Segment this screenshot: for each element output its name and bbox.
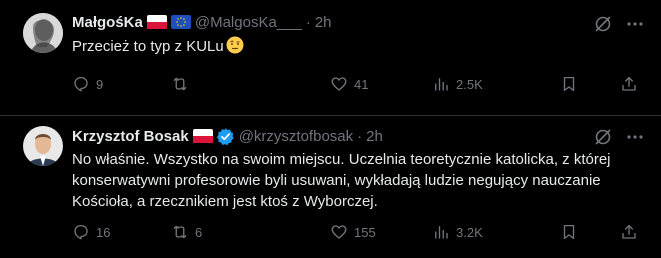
heart-icon — [331, 77, 347, 91]
retweet-button[interactable]: 6 — [171, 222, 202, 242]
share-icon — [622, 224, 636, 239]
grok-icon[interactable] — [593, 14, 613, 34]
like-button[interactable]: 41 — [330, 74, 368, 94]
avatar[interactable] — [23, 13, 63, 53]
retweet-icon — [173, 77, 187, 91]
reply-button[interactable]: 16 — [72, 222, 110, 242]
handle[interactable]: @MalgosKa___ — [195, 14, 302, 31]
tweet-text-content: Przecież to typ z KULu — [72, 38, 224, 55]
tweet-text: No właśnie. Wszystko na swoim miejscu. U… — [72, 151, 615, 210]
like-count: 41 — [354, 76, 369, 92]
views-icon — [435, 226, 448, 239]
retweet-icon — [173, 225, 187, 239]
poland-flag-icon — [192, 129, 213, 143]
retweet-count: 6 — [195, 224, 203, 240]
reply-icon — [74, 76, 88, 92]
action-bar: 16 6 155 3.2K — [72, 222, 642, 242]
eu-flag-icon — [170, 15, 191, 29]
action-bar: 9 41 2.5K — [72, 74, 642, 94]
bookmark-icon — [563, 76, 575, 92]
display-name[interactable]: Krzysztof Bosak — [72, 128, 189, 145]
more-icon[interactable] — [625, 14, 645, 34]
raised-eyebrow-emoji-icon — [226, 36, 244, 54]
reply-count: 9 — [96, 76, 104, 92]
reply-icon — [74, 224, 88, 240]
like-button[interactable]: 155 — [330, 222, 376, 242]
heart-icon — [331, 225, 347, 239]
poland-flag-icon — [146, 15, 167, 29]
retweet-button[interactable] — [171, 74, 195, 94]
tweet-text: Przecież to typ z KULu — [72, 36, 647, 57]
verified-badge-icon[interactable] — [216, 127, 235, 146]
display-name[interactable]: MałgośKa — [72, 14, 143, 31]
tweet-header: Krzysztof Bosak @krzysztofbosak · 2h — [72, 126, 383, 146]
separator-dot: · — [357, 127, 363, 145]
separator-dot: · — [305, 13, 311, 31]
views-button[interactable]: 3.2K — [432, 222, 483, 242]
views-button[interactable]: 2.5K — [432, 74, 483, 94]
tweet-header: MałgośKa @MalgosKa___ · 2h — [72, 12, 332, 32]
views-count: 2.5K — [456, 76, 483, 92]
bookmark-button[interactable] — [560, 74, 578, 94]
share-button[interactable] — [620, 222, 638, 242]
bookmark-button[interactable] — [560, 222, 578, 242]
share-icon — [622, 76, 636, 91]
timestamp[interactable]: 2h — [315, 14, 332, 31]
grok-icon[interactable] — [593, 127, 613, 147]
avatar[interactable] — [23, 126, 63, 166]
views-icon — [435, 78, 448, 91]
reply-count: 16 — [96, 224, 111, 240]
reply-button[interactable]: 9 — [72, 74, 103, 94]
more-icon[interactable] — [625, 127, 645, 147]
handle[interactable]: @krzysztofbosak — [239, 128, 353, 145]
like-count: 155 — [354, 224, 376, 240]
views-count: 3.2K — [456, 224, 483, 240]
bookmark-icon — [563, 224, 575, 240]
timestamp[interactable]: 2h — [366, 128, 383, 145]
share-button[interactable] — [620, 74, 638, 94]
tweet[interactable]: Krzysztof Bosak @krzysztofbosak · 2h No … — [0, 116, 661, 258]
tweet[interactable]: MałgośKa @MalgosKa___ · 2h Przecież to t… — [0, 0, 661, 116]
